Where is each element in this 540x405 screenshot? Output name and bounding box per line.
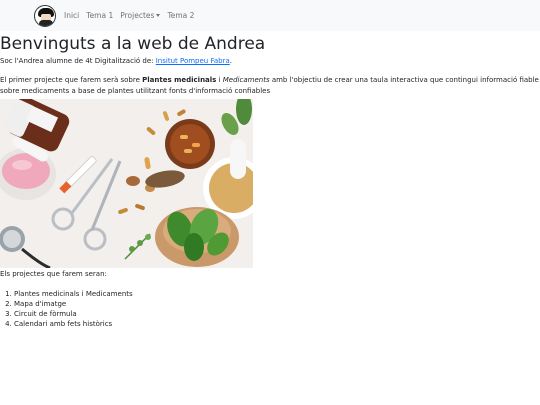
list-item: Plantes medicinals i Medicaments [14, 289, 540, 299]
desc-bold: Plantes medicinals [142, 76, 217, 84]
list-item: Mapa d'imatge [14, 299, 540, 309]
navbar: Inici Tema 1 Projectes Tema 2 [0, 0, 540, 31]
intro-suffix: . [229, 57, 232, 65]
caret-down-icon [156, 14, 161, 17]
intro-prefix: Soc l'Andrea alumne de 4t Digitalització… [0, 57, 156, 65]
project-description: El primer projecte que farem serà sobre … [0, 75, 540, 97]
intro-text: Soc l'Andrea alumne de 4t Digitalització… [0, 56, 540, 67]
nav-link-tema-2[interactable]: Tema 2 [167, 11, 194, 20]
list-item: Circuit de fòrmula [14, 309, 540, 319]
desc-part-1: El primer projecte que farem serà sobre [0, 76, 143, 84]
page-title: Benvinguts a la web de Andrea [0, 34, 266, 54]
list-item: Calendari amb fets històrics [14, 319, 540, 329]
nav-links: Inici Tema 1 Projectes Tema 2 [64, 11, 201, 20]
projects-list: Plantes medicinals i Medicaments Mapa d'… [0, 289, 540, 329]
avatar-logo[interactable] [34, 4, 56, 27]
nav-link-inici[interactable]: Inici [64, 11, 79, 20]
nav-dropdown-label: Projectes [120, 11, 155, 20]
school-link[interactable]: Insitut Pompeu Fabra [156, 57, 230, 65]
nav-dropdown-projectes[interactable]: Projectes [120, 11, 161, 20]
medicinal-plants-image [0, 99, 253, 268]
main-content: Benvinguts a la web de Andrea Soc l'Andr… [0, 33, 540, 329]
desc-italic: Medicaments [222, 76, 270, 84]
projects-list-title: Els projectes que farem seran: [0, 270, 107, 278]
nav-link-tema-1[interactable]: Tema 1 [86, 11, 113, 20]
